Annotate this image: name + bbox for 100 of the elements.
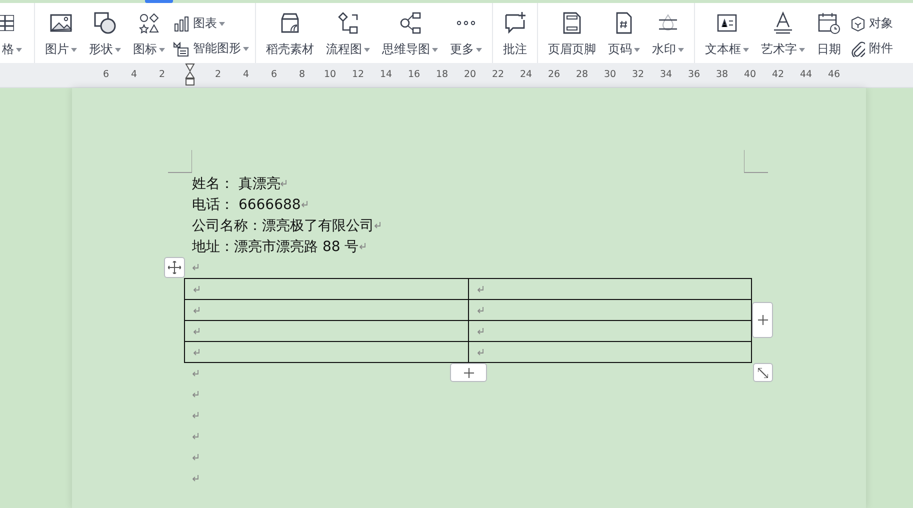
caret-icon bbox=[243, 46, 249, 50]
ruler-number: 40 bbox=[742, 69, 758, 80]
comment-icon bbox=[503, 11, 527, 35]
caret-icon bbox=[159, 48, 165, 52]
ruler-number: 24 bbox=[518, 69, 534, 80]
paragraph-mark-icon bbox=[192, 391, 199, 398]
caret-icon bbox=[432, 48, 438, 52]
plus-icon bbox=[464, 368, 474, 378]
move-icon bbox=[168, 261, 181, 274]
caret-icon bbox=[678, 48, 684, 52]
margin-corner-icon bbox=[744, 150, 768, 173]
ruler-number: 2 bbox=[158, 69, 166, 80]
calendar-icon bbox=[817, 11, 841, 35]
tab-indicator bbox=[145, 0, 173, 3]
toolbar-button[interactable]: 智能图形 bbox=[193, 40, 249, 57]
paragraph-mark-icon bbox=[193, 286, 200, 292]
ruler-number: 34 bbox=[658, 69, 674, 80]
toolbar-button[interactable]: 图表 bbox=[193, 15, 225, 32]
paragraph-mark-icon bbox=[192, 264, 199, 271]
ruler-number: 10 bbox=[322, 69, 338, 80]
caret-icon bbox=[71, 48, 77, 52]
caret-icon bbox=[364, 48, 370, 52]
shapes-icon bbox=[93, 11, 117, 35]
paragraph-mark-icon bbox=[192, 370, 199, 377]
caret-icon bbox=[743, 48, 749, 52]
add-column-button[interactable] bbox=[752, 302, 773, 338]
ruler-number: 2 bbox=[214, 69, 222, 80]
caret-icon bbox=[16, 48, 22, 52]
resize-icon bbox=[758, 368, 768, 378]
paragraph-mark-icon bbox=[358, 243, 366, 250]
table-icon bbox=[0, 15, 14, 31]
add-row-button[interactable] bbox=[450, 363, 487, 382]
paragraph-mark-icon bbox=[476, 328, 484, 334]
ruler-number: 42 bbox=[770, 69, 786, 80]
ruler-number: 14 bbox=[378, 69, 394, 80]
paragraph-mark-icon bbox=[476, 348, 484, 356]
more-icon bbox=[457, 20, 475, 26]
toolbar-button[interactable]: 图片 bbox=[45, 41, 77, 58]
ruler-number: 36 bbox=[686, 69, 702, 80]
ruler-number: 22 bbox=[490, 69, 506, 80]
ruler-number: 16 bbox=[406, 69, 422, 80]
paragraph: 公司名称：漂亮极了有限公司 bbox=[192, 216, 374, 234]
paragraph-mark-icon bbox=[192, 454, 199, 461]
mindmap-icon bbox=[398, 11, 422, 35]
caret-icon bbox=[115, 48, 121, 52]
ruler-number: 46 bbox=[826, 69, 842, 80]
caret-icon bbox=[799, 48, 805, 52]
caret-icon bbox=[476, 48, 482, 52]
margin-corner-icon bbox=[168, 150, 192, 173]
toolbar-button[interactable]: 思维导图 bbox=[382, 41, 438, 58]
paragraph: 电话： 6666688 bbox=[192, 196, 301, 214]
toolbar-button[interactable]: 艺术字 bbox=[761, 41, 805, 58]
toolbar-button[interactable]: 对象 bbox=[869, 15, 893, 32]
paragraph-mark-icon bbox=[192, 475, 199, 482]
toolbar-button[interactable]: 形状 bbox=[89, 41, 121, 58]
ruler-number: 44 bbox=[798, 69, 814, 80]
toolbar-button[interactable]: 日期 bbox=[817, 41, 841, 58]
paragraph-mark-icon bbox=[192, 412, 199, 419]
ruler-number: 6 bbox=[102, 69, 110, 80]
ruler-number: 4 bbox=[130, 69, 138, 80]
toolbar-button[interactable]: 文本框 bbox=[705, 41, 749, 58]
cube-icon bbox=[849, 16, 865, 32]
ruler-number: 32 bbox=[630, 69, 646, 80]
art-text-icon bbox=[771, 11, 795, 35]
toolbar-button[interactable]: 格 bbox=[2, 41, 22, 58]
toolbar-button[interactable]: 页码 bbox=[608, 41, 640, 58]
move-table-button[interactable] bbox=[164, 257, 185, 278]
paperclip-icon bbox=[849, 40, 865, 56]
toolbar-button[interactable]: 流程图 bbox=[326, 41, 370, 58]
caret-icon bbox=[219, 22, 225, 26]
ruler-number: 12 bbox=[350, 69, 366, 80]
ruler-number: 28 bbox=[574, 69, 590, 80]
ruler-number: 6 bbox=[270, 69, 278, 80]
toolbar-button[interactable]: 页眉页脚 bbox=[548, 41, 596, 58]
plus-icon bbox=[758, 315, 768, 325]
ruler-number: 38 bbox=[714, 69, 730, 80]
ruler-number: 18 bbox=[434, 69, 450, 80]
smart-art-icon bbox=[173, 40, 189, 56]
caret-icon bbox=[634, 48, 640, 52]
resize-table-button[interactable] bbox=[753, 363, 773, 382]
toolbar-button[interactable]: 批注 bbox=[503, 41, 527, 58]
paragraph-mark-icon bbox=[193, 306, 200, 314]
paragraph-mark-icon bbox=[476, 286, 484, 292]
paragraph-mark-icon bbox=[300, 201, 308, 208]
toolbar-button[interactable]: 图标 bbox=[133, 41, 165, 58]
paragraph: 姓名： 真漂亮 bbox=[192, 174, 280, 192]
toolbar-button[interactable]: 附件 bbox=[869, 40, 893, 57]
toolbar-button[interactable]: 稻壳素材 bbox=[266, 41, 314, 58]
paragraph-mark-icon bbox=[476, 306, 484, 314]
paragraph-mark-icon bbox=[192, 433, 199, 440]
paragraph-mark-icon bbox=[193, 328, 200, 334]
toolbar-button[interactable]: 更多 bbox=[450, 41, 482, 58]
paragraph-mark-icon bbox=[280, 180, 288, 187]
paragraph: 地址：漂亮市漂亮路 88 号 bbox=[192, 238, 359, 256]
indent-marker-icon[interactable] bbox=[185, 62, 195, 87]
toolbar-button[interactable]: 水印 bbox=[652, 41, 684, 58]
icons-icon bbox=[137, 11, 161, 35]
ruler-number: 30 bbox=[602, 69, 618, 80]
paragraph-mark-icon bbox=[193, 348, 200, 356]
ruler-number: 8 bbox=[298, 69, 306, 80]
